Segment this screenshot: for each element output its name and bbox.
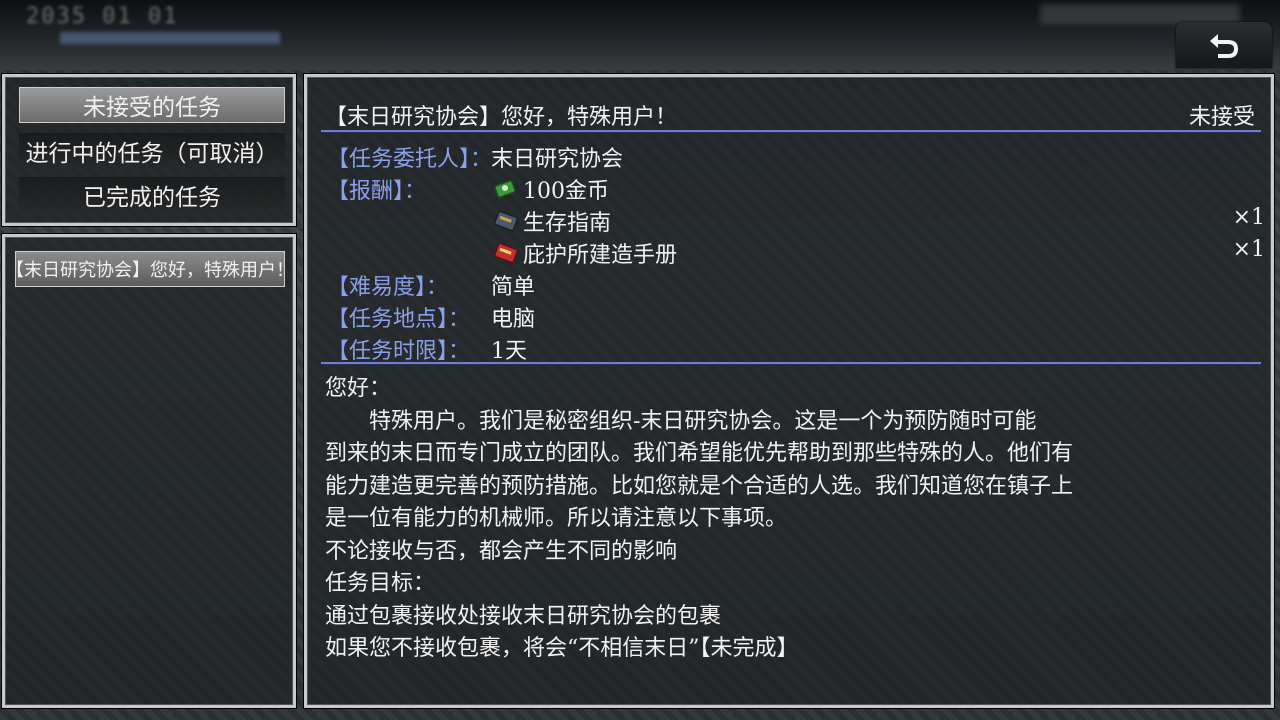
- description-line: 是一位有能力的机械师。所以请注意以下事项。: [325, 506, 788, 531]
- hud-progress-bar: [60, 32, 280, 44]
- time-limit-label: 【任务时限】：: [327, 339, 471, 364]
- reward-name: 生存指南: [523, 211, 612, 236]
- book-icon: [493, 209, 519, 233]
- tab-completed-quests[interactable]: 已完成的任务: [19, 177, 285, 213]
- hud-text: 2035 01 01: [26, 4, 179, 29]
- hud-right-info: [1040, 4, 1240, 24]
- location-label: 【任务地点】：: [327, 307, 471, 332]
- quest-title: 【末日研究协会】您好，特殊用户！: [325, 105, 678, 130]
- reward-item: 庇护所建造手册: [493, 237, 677, 269]
- money-icon: [493, 177, 519, 201]
- quest-list-panel: 【末日研究协会】您好，特殊用户！: [2, 234, 296, 708]
- back-arrow-icon: [1210, 34, 1238, 58]
- reward-quantity: ×1: [1232, 205, 1265, 230]
- description-line: 特殊用户。我们是秘密组织-末日研究协会。这是一个为预防随时可能: [325, 408, 1037, 434]
- description-line: 如果您不接收包裹，将会“不相信末日”【未完成】: [325, 636, 799, 661]
- difficulty-value: 简单: [491, 275, 536, 300]
- quest-list-item[interactable]: 【末日研究协会】您好，特殊用户！: [6, 251, 294, 287]
- quest-status: 未接受: [1188, 105, 1255, 130]
- reward-name: 100金币: [523, 179, 609, 204]
- divider-top: [321, 130, 1261, 132]
- back-button[interactable]: [1176, 22, 1272, 68]
- location-value: 电脑: [491, 307, 536, 332]
- tab-in-progress-quests[interactable]: 进行中的任务（可取消）: [19, 133, 285, 169]
- quest-detail-panel: 【末日研究协会】您好，特殊用户！ 未接受 【任务委托人】： 末日研究协会 【报酬…: [304, 74, 1274, 708]
- client-value: 末日研究协会: [491, 147, 624, 172]
- reward-label: 【报酬】：: [327, 179, 427, 204]
- divider-bottom: [321, 362, 1261, 364]
- time-limit-value: 1天: [491, 339, 527, 364]
- description-line: 通过包裹接收处接收末日研究协会的包裹: [325, 603, 722, 629]
- top-hud-bar: 2035 01 01: [0, 0, 1280, 70]
- description-line: 能力建造更完善的预防措施。比如您就是个合适的人选。我们知道您在镇子上: [325, 473, 1074, 499]
- description-line: 您好：: [325, 376, 392, 401]
- description-line: 任务目标：: [325, 571, 436, 596]
- quest-description: 您好： 特殊用户。我们是秘密组织-末日研究协会。这是一个为预防随时可能 到来的末…: [325, 373, 1225, 666]
- category-panel: 未接受的任务 进行中的任务（可取消） 已完成的任务: [2, 74, 296, 226]
- reward-name: 庇护所建造手册: [523, 243, 678, 268]
- manual-icon: [493, 241, 519, 265]
- description-line: 不论接收与否，都会产生不同的影响: [325, 538, 678, 564]
- reward-item: 生存指南: [493, 205, 611, 237]
- tab-unaccepted-quests[interactable]: 未接受的任务: [19, 87, 285, 123]
- reward-quantity: ×1: [1232, 237, 1265, 262]
- reward-item: 100金币: [493, 173, 609, 205]
- difficulty-label: 【难易度】：: [327, 275, 449, 300]
- client-label: 【任务委托人】：: [327, 147, 493, 172]
- description-line: 到来的末日而专门成立的团队。我们希望能优先帮助到那些特殊的人。他们有: [325, 441, 1074, 466]
